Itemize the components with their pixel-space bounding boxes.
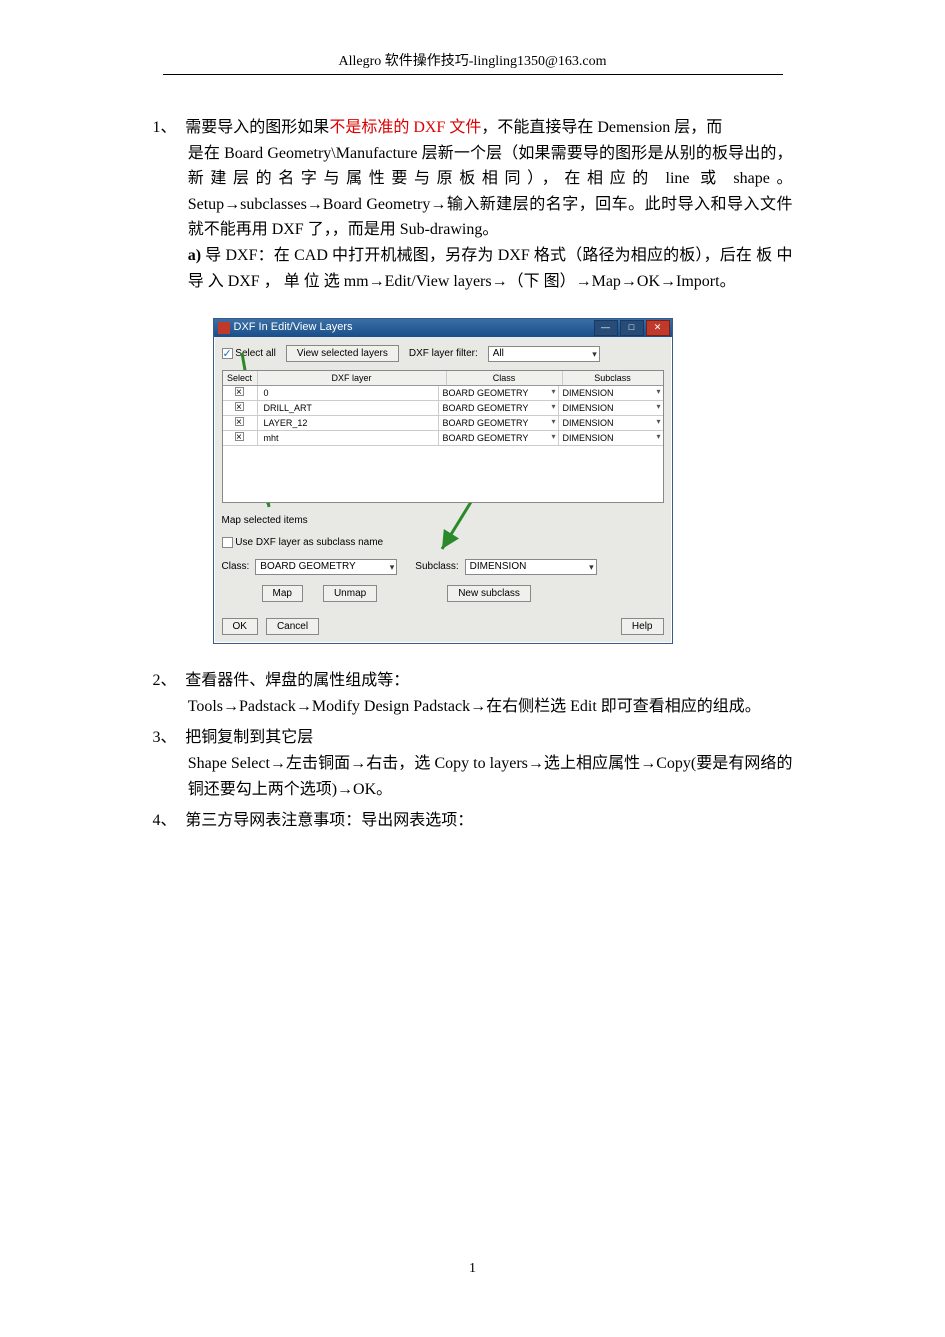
filter-label: DXF layer filter: xyxy=(409,346,478,362)
page-header: Allegro 软件操作技巧-lingling1350@163.com xyxy=(0,50,945,70)
cancel-button[interactable]: Cancel xyxy=(266,618,319,635)
list-item-4: 4、 第三方导网表注意事项：导出网表选项： xyxy=(153,808,793,834)
dialog-title: DXF In Edit/View Layers xyxy=(234,319,353,337)
use-dxf-checkbox[interactable]: Use DXF layer as subclass name xyxy=(222,537,384,548)
layer-filter-combo[interactable]: All xyxy=(488,346,600,362)
cell-class[interactable]: BOARD GEOMETRY xyxy=(439,431,559,445)
cell-sub[interactable]: DIMENSION xyxy=(559,386,663,400)
col-layer: DXF layer xyxy=(258,371,447,385)
item2-body: Tools→Padstack→Modify Design Padstack→在右… xyxy=(153,694,793,720)
list-item-1: 1、 需要导入的图形如果不是标准的 DXF 文件，不能直接导在 Demensio… xyxy=(153,115,793,644)
cell-class[interactable]: BOARD GEOMETRY xyxy=(439,401,559,415)
map-heading: Map selected items xyxy=(222,513,664,529)
ok-button[interactable]: OK xyxy=(222,618,258,635)
cell-class[interactable]: BOARD GEOMETRY xyxy=(439,386,559,400)
row-check-icon[interactable] xyxy=(235,387,244,396)
list-number: 3、 xyxy=(153,725,182,751)
select-all-checkbox[interactable]: Select all xyxy=(222,346,276,362)
item3-body: Shape Select→左击铜面→右击，选 Copy to layers→选上… xyxy=(153,751,793,802)
col-subclass: Subclass xyxy=(563,371,663,385)
subclass-combo[interactable]: DIMENSION xyxy=(465,559,597,575)
cell-layer: LAYER_12 xyxy=(258,416,439,430)
class-label: Class: xyxy=(222,559,250,575)
dialog-titlebar: DXF In Edit/View Layers — □ ✕ xyxy=(214,319,672,337)
cell-sub[interactable]: DIMENSION xyxy=(559,431,663,445)
select-all-label: Select all xyxy=(235,348,276,359)
list-number: 2、 xyxy=(153,668,182,694)
map-section: Map selected items Use DXF layer as subc… xyxy=(222,513,664,602)
checkbox-icon xyxy=(222,348,233,359)
item1-red: 不是标准的 DXF 文件 xyxy=(329,119,481,136)
col-class: Class xyxy=(447,371,563,385)
list-item-3: 3、 把铜复制到其它层 Shape Select→左击铜面→右击，选 Copy … xyxy=(153,725,793,802)
item2-line1: 查看器件、焊盘的属性组成等： xyxy=(185,672,409,689)
subclass-label: Subclass: xyxy=(415,559,458,575)
item1-body: 是在 Board Geometry\Manufacture 层新一个层（如果需要… xyxy=(153,141,793,243)
help-button[interactable]: Help xyxy=(621,618,664,635)
map-button[interactable]: Map xyxy=(262,585,303,602)
cell-sub[interactable]: DIMENSION xyxy=(559,401,663,415)
use-dxf-label: Use DXF layer as subclass name xyxy=(235,537,383,548)
row-check-icon[interactable] xyxy=(235,402,244,411)
row-check-icon[interactable] xyxy=(235,432,244,441)
cell-sub[interactable]: DIMENSION xyxy=(559,416,663,430)
item1-text-a: 需要导入的图形如果 xyxy=(185,119,329,136)
item3-line1: 把铜复制到其它层 xyxy=(185,729,313,746)
cell-class[interactable]: BOARD GEOMETRY xyxy=(439,416,559,430)
maximize-button[interactable]: □ xyxy=(620,320,644,336)
item1-text-b: ，不能直接导在 Demension 层，而 xyxy=(481,119,722,136)
cell-layer: mht xyxy=(258,431,439,445)
item1-sub-a: a) 导 DXF：在 CAD 中打开机械图，另存为 DXF 格式（路径为相应的板… xyxy=(153,243,793,294)
dialog-screenshot: DXF In Edit/View Layers — □ ✕ xyxy=(213,318,673,644)
layer-grid[interactable]: Select DXF layer Class Subclass 0 BOARD xyxy=(222,370,664,503)
list-number: 4、 xyxy=(153,808,182,834)
col-select: Select xyxy=(223,371,258,385)
table-row[interactable]: LAYER_12 BOARD GEOMETRY DIMENSION xyxy=(223,416,663,431)
table-row[interactable]: mht BOARD GEOMETRY DIMENSION xyxy=(223,431,663,446)
page-number: 1 xyxy=(0,1261,945,1277)
view-selected-layers-button[interactable]: View selected layers xyxy=(286,345,399,362)
table-row[interactable]: DRILL_ART BOARD GEOMETRY DIMENSION xyxy=(223,401,663,416)
cell-layer: DRILL_ART xyxy=(258,401,439,415)
header-rule xyxy=(163,74,783,75)
item-a-label: a) xyxy=(188,247,201,264)
close-button[interactable]: ✕ xyxy=(646,320,670,336)
cell-layer: 0 xyxy=(258,386,439,400)
checkbox-icon xyxy=(222,537,233,548)
item4-line1: 第三方导网表注意事项：导出网表选项： xyxy=(185,812,473,829)
table-row[interactable]: 0 BOARD GEOMETRY DIMENSION xyxy=(223,386,663,401)
list-number: 1、 xyxy=(153,115,182,141)
list-item-2: 2、 查看器件、焊盘的属性组成等： Tools→Padstack→Modify … xyxy=(153,668,793,719)
unmap-button[interactable]: Unmap xyxy=(323,585,377,602)
new-subclass-button[interactable]: New subclass xyxy=(447,585,531,602)
item-a-text: 导 DXF：在 CAD 中打开机械图，另存为 DXF 格式（路径为相应的板），后… xyxy=(188,247,793,290)
row-check-icon[interactable] xyxy=(235,417,244,426)
class-combo[interactable]: BOARD GEOMETRY xyxy=(255,559,397,575)
app-icon xyxy=(218,322,230,334)
minimize-button[interactable]: — xyxy=(594,320,618,336)
grid-header: Select DXF layer Class Subclass xyxy=(223,371,663,386)
